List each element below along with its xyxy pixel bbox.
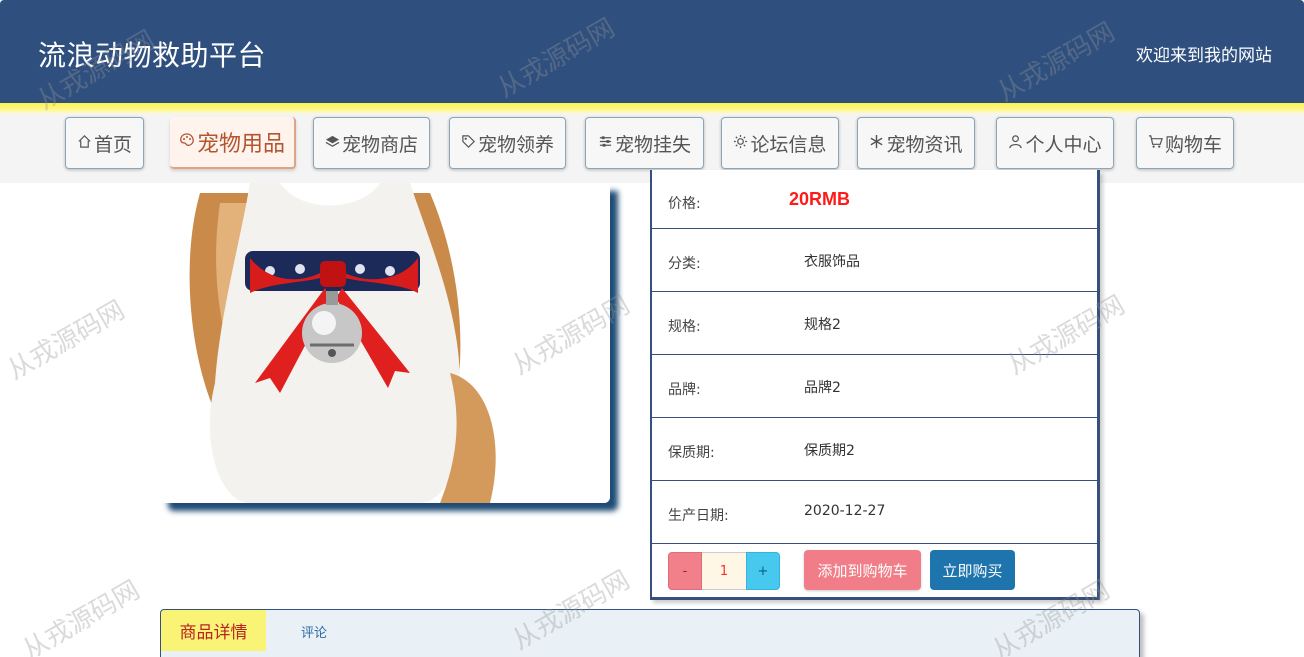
production-date-label: 生产日期:	[668, 508, 729, 524]
site-title[interactable]: 流浪动物救助平台	[38, 34, 266, 74]
cart-icon	[1148, 134, 1163, 153]
nav-item-label: 宠物挂失	[614, 133, 691, 156]
home-icon	[77, 134, 92, 153]
layers-icon	[325, 134, 340, 153]
tag-icon	[461, 134, 476, 153]
site-header: 流浪动物救助平台 欢迎来到我的网站	[0, 0, 1304, 103]
nav-item-profile[interactable]: 个人中心	[996, 117, 1114, 169]
snowflake-icon	[869, 134, 884, 153]
info-row-spec: 规格: 规格2	[652, 292, 1098, 355]
category-value: 衣服饰品	[804, 254, 860, 270]
price-value: 20RMB	[789, 189, 851, 209]
tab-product-detail[interactable]: 商品详情	[161, 610, 266, 651]
nav-item-label: 宠物商店	[341, 133, 418, 156]
nav-item-pet-supplies[interactable]: 宠物用品	[170, 117, 296, 169]
production-date-value: 2020-12-27	[804, 503, 886, 519]
nav-item-label: 首页	[93, 133, 132, 156]
product-tabs: 商品详情 评论	[160, 609, 1140, 657]
nav-item-pet-shop[interactable]: 宠物商店	[313, 117, 430, 169]
info-row-brand: 品牌: 品牌2	[652, 355, 1098, 418]
nav-item-lost-report[interactable]: 宠物挂失	[585, 117, 704, 169]
spec-value: 规格2	[804, 317, 841, 333]
watermark: 从戎源码网	[17, 575, 146, 657]
info-row-category: 分类: 衣服饰品	[652, 229, 1098, 292]
gear-icon	[733, 134, 748, 153]
nav-item-forum[interactable]: 论坛信息	[721, 117, 839, 169]
price-label: 价格:	[668, 196, 701, 212]
quantity-increase-button[interactable]: +	[746, 552, 780, 590]
product-image	[160, 183, 610, 503]
brand-value: 品牌2	[804, 380, 841, 396]
buy-now-button[interactable]: 立即购买	[930, 550, 1015, 590]
watermark: 从戎源码网	[2, 295, 131, 387]
tab-comments[interactable]: 评论	[301, 622, 327, 641]
brand-label: 品牌:	[668, 382, 701, 398]
info-row-production-date: 生产日期: 2020-12-27	[652, 481, 1098, 544]
nav-item-label: 宠物资讯	[886, 133, 963, 156]
info-row-price: 价格: 20RMB	[652, 170, 1098, 229]
quantity-decrease-button[interactable]: -	[668, 552, 702, 590]
nav-item-adoption[interactable]: 宠物领养	[449, 117, 566, 169]
nav-item-label: 宠物领养	[477, 133, 554, 156]
nav-item-label: 宠物用品	[196, 132, 285, 157]
product-info-table: 价格: 20RMB 分类: 衣服饰品 规格: 规格2 品牌: 品牌2 保质期: …	[650, 170, 1100, 600]
palette-icon	[179, 132, 195, 152]
spec-label: 规格:	[668, 319, 701, 335]
user-icon	[1008, 134, 1023, 153]
nav-item-home[interactable]: 首页	[65, 117, 144, 169]
quantity-input[interactable]: 1	[702, 552, 746, 590]
nav-item-label: 论坛信息	[750, 133, 827, 156]
welcome-text: 欢迎来到我的网站	[1136, 46, 1272, 66]
purchase-row: - 1 + 添加到购物车 立即购买	[652, 544, 1098, 600]
nav-item-cart[interactable]: 购物车	[1136, 117, 1234, 169]
sliders-icon	[598, 134, 613, 153]
shelf-life-value: 保质期2	[804, 443, 855, 459]
nav-item-label: 购物车	[1164, 133, 1222, 156]
info-row-shelf-life: 保质期: 保质期2	[652, 418, 1098, 481]
page: 流浪动物救助平台 欢迎来到我的网站 首页 宠物用品 宠物商店 宠物领养 宠物挂失…	[0, 0, 1304, 657]
add-to-cart-button[interactable]: 添加到购物车	[804, 550, 921, 590]
nav-item-label: 个人中心	[1025, 133, 1102, 156]
category-label: 分类:	[668, 256, 701, 272]
nav-item-pet-news[interactable]: 宠物资讯	[857, 117, 975, 169]
shelf-life-label: 保质期:	[668, 445, 715, 461]
